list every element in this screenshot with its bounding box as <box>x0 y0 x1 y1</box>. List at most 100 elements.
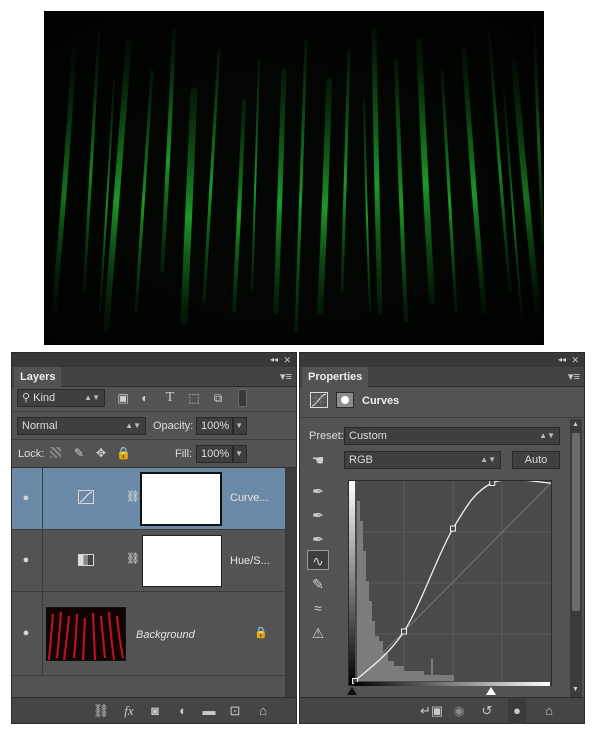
fill-field[interactable]: 100% <box>196 445 233 463</box>
tab-layers[interactable]: Layers <box>14 367 62 387</box>
canvas-image <box>44 11 544 345</box>
chevron-down-icon: ▼ <box>235 449 243 458</box>
divider <box>12 439 296 440</box>
close-icon[interactable]: ✕ <box>283 353 291 367</box>
layer-row-curves[interactable]: ● ⛓ Curve... <box>12 468 295 530</box>
curves-adjustment-icon[interactable] <box>310 392 328 408</box>
curve-glyph <box>311 393 327 407</box>
channel-select[interactable]: RGB ▲▼ <box>344 451 501 469</box>
layer-row-background[interactable]: ● Background 🔒 <box>12 592 295 676</box>
layer-name[interactable]: Hue/S... <box>230 554 270 568</box>
new-adjustment-layer-icon[interactable]: ◐ <box>174 698 192 724</box>
targeted-adjustment-hand-icon[interactable]: ☚ <box>307 450 329 470</box>
scroll-up-arrow[interactable]: ▲ <box>572 421 579 428</box>
search-icon: ⚲ <box>22 392 34 404</box>
filter-shape-icon[interactable]: ⬚ <box>187 391 201 405</box>
preset-select[interactable]: Custom ▲▼ <box>344 427 560 445</box>
layer-row-hue-saturation[interactable]: ● ⛓ Hue/S... <box>12 530 295 592</box>
link-layers-icon[interactable]: ⛓ <box>92 698 110 724</box>
auto-button[interactable]: Auto <box>512 451 560 469</box>
sample-white-point-eyedropper-icon[interactable]: ✒ <box>307 529 329 549</box>
layer-separator <box>42 468 43 530</box>
chevron-updown-icon: ▲▼ <box>539 431 555 440</box>
new-layer-icon[interactable]: ⊡ <box>226 698 244 724</box>
curves-graph-canvas[interactable] <box>349 479 552 685</box>
close-icon[interactable]: ✕ <box>571 353 579 367</box>
filter-pixel-icon[interactable]: ▣ <box>116 391 130 405</box>
toggle-visibility-eye-icon[interactable]: ● <box>508 698 526 724</box>
layer-link-icon[interactable]: ⛓ <box>126 552 140 565</box>
visibility-eye-icon[interactable]: ● <box>18 492 34 504</box>
filter-toggle-switch[interactable] <box>238 389 247 407</box>
panel-menu-icon[interactable]: ▾≡ <box>568 370 580 383</box>
properties-tabbar: Properties ▾≡ <box>300 367 584 387</box>
sample-black-point-eyedropper-icon[interactable]: ✒ <box>307 481 329 501</box>
channel-value: RGB <box>349 454 373 466</box>
auto-label: Auto <box>524 454 548 466</box>
lock-all-icon[interactable]: 🔒 <box>116 446 131 460</box>
view-previous-state-icon[interactable]: ◉ <box>450 698 468 724</box>
opacity-label: Opacity: <box>153 420 194 432</box>
white-point-slider[interactable] <box>486 687 496 695</box>
collapse-icon[interactable]: ◂◂ <box>270 353 278 367</box>
chevron-updown-icon: ▲▼ <box>125 421 141 430</box>
layer-mask-icon[interactable] <box>336 392 354 408</box>
curve-control-point[interactable] <box>489 480 496 486</box>
layer-name[interactable]: Background <box>136 628 195 642</box>
tab-properties[interactable]: Properties <box>302 367 369 387</box>
new-group-icon[interactable]: ▬ <box>200 698 218 724</box>
black-point-slider[interactable] <box>347 687 357 695</box>
reset-adjustments-icon[interactable]: ↺ <box>478 698 496 724</box>
scroll-thumb[interactable] <box>572 433 580 611</box>
opacity-dropdown-button[interactable]: ▼ <box>233 417 247 435</box>
fill-dropdown-button[interactable]: ▼ <box>233 445 247 463</box>
curve-control-point[interactable] <box>401 628 407 635</box>
scroll-down-arrow[interactable]: ▼ <box>572 686 579 693</box>
layers-panel: ◂◂ ✕ Layers ▾≡ ⚲ Kind ▲▼ ▣ ◐ T ⬚ ⧉ Norma… <box>11 352 297 724</box>
properties-panel: ◂◂ ✕ Properties ▾≡ Curves Preset: Custom… <box>299 352 585 724</box>
layer-name[interactable]: Curve... <box>230 491 269 505</box>
preset-label: Preset: <box>309 430 344 442</box>
clip-to-layer-icon[interactable]: ↵▣ <box>420 698 443 724</box>
layer-filter-value: Kind <box>33 392 56 404</box>
blend-mode-value: Normal <box>22 420 58 432</box>
divider <box>300 417 584 418</box>
smooth-curve-icon[interactable]: ≈ <box>307 598 329 618</box>
layer-filter-select[interactable]: ⚲ Kind ▲▼ <box>17 389 105 407</box>
layers-bottom-toolbar: ⛓ fx ◙ ◐ ▬ ⊡ ⌂ <box>12 697 296 723</box>
filter-type-icon[interactable]: T <box>163 391 177 405</box>
delete-layer-icon[interactable]: ⌂ <box>254 698 272 724</box>
hue-saturation-adjustment-icon <box>78 554 94 566</box>
red-streaks-thumbnail <box>48 611 124 660</box>
curves-graph[interactable] <box>348 479 552 686</box>
lock-image-pixels-icon[interactable]: ✎ <box>72 446 86 460</box>
opacity-field[interactable]: 100% <box>196 417 233 435</box>
layer-mask-thumbnail[interactable] <box>140 472 222 526</box>
filter-smartobject-icon[interactable]: ⧉ <box>211 391 225 405</box>
visibility-eye-icon[interactable]: ● <box>18 554 34 566</box>
layers-panel-titlebar: ◂◂ ✕ <box>12 353 296 367</box>
sample-gray-point-eyedropper-icon[interactable]: ✒ <box>307 505 329 525</box>
properties-scrollbar[interactable]: ▲ ▼ <box>570 419 582 699</box>
layer-link-icon[interactable]: ⛓ <box>126 490 140 503</box>
clipping-warning-icon[interactable]: ⚠ <box>307 623 329 643</box>
draw-curve-pencil-icon[interactable]: ✎ <box>307 574 329 594</box>
layers-scrollbar[interactable] <box>285 468 297 698</box>
background-thumbnail[interactable] <box>46 607 126 661</box>
lock-transparent-pixels-icon[interactable] <box>50 447 61 458</box>
add-mask-icon[interactable]: ◙ <box>146 698 164 724</box>
filter-adjustment-icon[interactable]: ◐ <box>138 391 152 405</box>
input-gradient-bar <box>354 682 550 686</box>
fx-icon[interactable]: fx <box>120 698 138 724</box>
panel-menu-icon[interactable]: ▾≡ <box>280 370 292 383</box>
lock-position-icon[interactable]: ✥ <box>94 446 108 460</box>
collapse-icon[interactable]: ◂◂ <box>558 353 566 367</box>
chevron-updown-icon: ▲▼ <box>84 393 100 402</box>
lock-label: Lock: <box>18 448 45 460</box>
blend-mode-select[interactable]: Normal ▲▼ <box>17 417 146 435</box>
delete-adjustment-icon[interactable]: ⌂ <box>540 698 558 724</box>
visibility-eye-icon[interactable]: ● <box>18 627 34 639</box>
layer-mask-thumbnail[interactable] <box>142 535 222 587</box>
curve-control-point[interactable] <box>450 525 456 532</box>
edit-points-curve-icon[interactable]: ∿ <box>307 550 329 570</box>
